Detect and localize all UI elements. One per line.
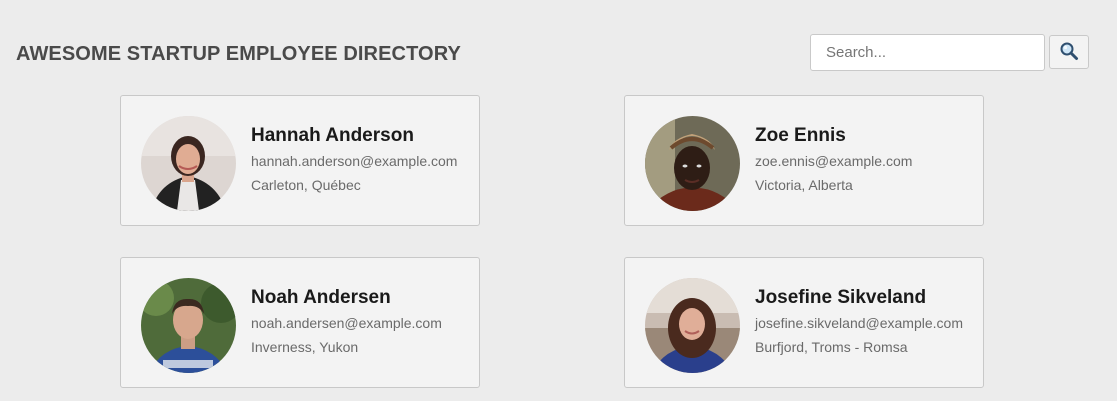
employee-card[interactable]: Josefine Sikveland josefine.sikveland@ex… (624, 257, 984, 388)
search-button[interactable] (1049, 35, 1089, 69)
employee-avatar (645, 116, 740, 211)
page-title: AWESOME STARTUP EMPLOYEE DIRECTORY (16, 43, 461, 65)
employee-email: hannah.anderson@example.com (251, 153, 458, 169)
employee-name: Noah Andersen (251, 287, 391, 308)
employee-avatar (141, 116, 236, 211)
employee-email: noah.andersen@example.com (251, 315, 442, 331)
employee-location: Carleton, Québec (251, 177, 361, 193)
employee-location: Burfjord, Troms - Romsa (755, 339, 908, 355)
employee-location: Inverness, Yukon (251, 339, 359, 355)
employee-avatar (141, 278, 236, 373)
employee-name: Zoe Ennis (755, 125, 846, 146)
employee-card[interactable]: Zoe Ennis zoe.ennis@example.com Victoria… (624, 95, 984, 226)
employee-card[interactable]: Noah Andersen noah.andersen@example.com … (120, 257, 480, 388)
magnifier-icon (1059, 41, 1079, 64)
employee-email: zoe.ennis@example.com (755, 153, 913, 169)
employee-card[interactable]: Hannah Anderson hannah.anderson@example.… (120, 95, 480, 226)
employee-name: Hannah Anderson (251, 125, 414, 146)
search-input[interactable] (810, 34, 1045, 71)
employee-directory-page: AWESOME STARTUP EMPLOYEE DIRECTORY Searc… (0, 0, 1117, 401)
employee-location: Victoria, Alberta (755, 177, 853, 193)
employee-avatar (645, 278, 740, 373)
employee-name: Josefine Sikveland (755, 287, 927, 308)
employee-email: josefine.sikveland@example.com (755, 315, 963, 331)
